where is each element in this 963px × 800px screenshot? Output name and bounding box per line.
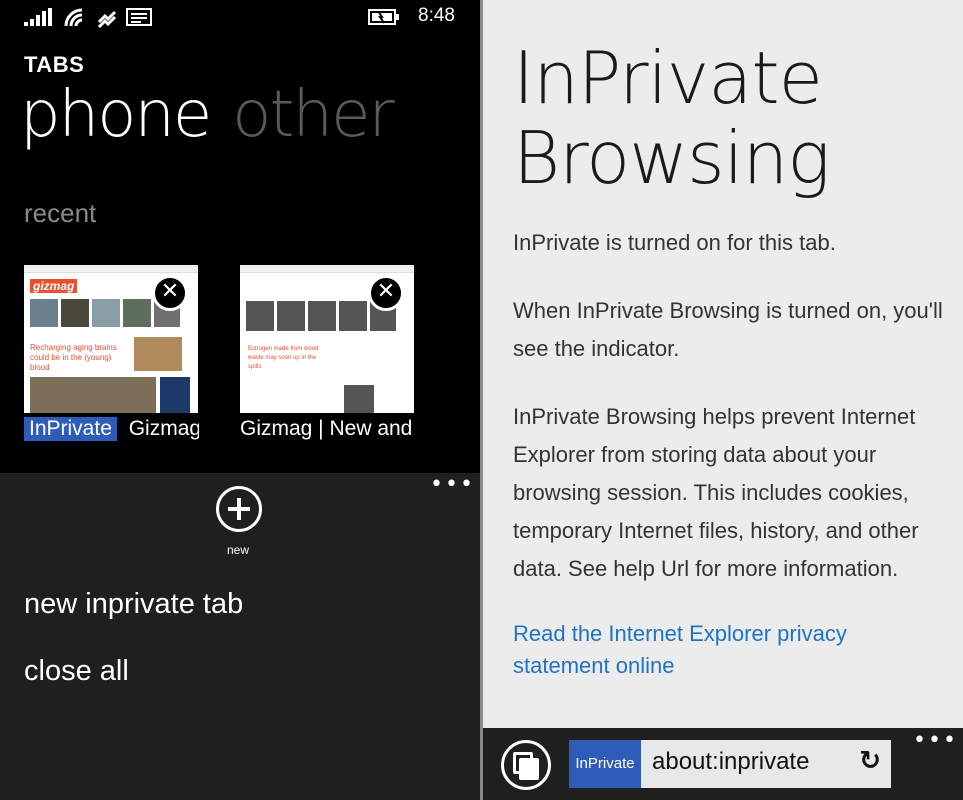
thumbnail-browser-bar <box>240 265 414 273</box>
thumbnail-headline: Recharging aging brains could be in the … <box>30 343 117 372</box>
clock-time: 8:48 <box>418 5 455 26</box>
pivot-other[interactable]: other <box>232 78 394 152</box>
inprivate-indicator: InPrivate <box>569 740 641 788</box>
privacy-statement-link[interactable]: Read the Internet Explorer privacy state… <box>513 618 943 682</box>
pivot-control: phone other <box>20 78 395 152</box>
tabs-button[interactable] <box>501 740 551 790</box>
data-sync-icon <box>97 10 117 28</box>
message-icon <box>126 8 152 26</box>
more-options-button[interactable]: ••• <box>913 730 958 752</box>
page-title: InPrivate Browsing <box>513 36 830 200</box>
thumbnail-logo: gizmag <box>30 279 78 293</box>
menu-new-inprivate-tab[interactable]: new inprivate tab <box>24 588 243 621</box>
close-tab-button[interactable]: ✕ <box>152 275 188 311</box>
address-bar: InPrivate about:inprivate ↻ ••• <box>483 728 963 800</box>
thumbnail-browser-bar <box>24 265 198 273</box>
wifi-icon <box>64 8 83 27</box>
close-tab-button[interactable]: ✕ <box>368 275 404 311</box>
thumbnail-photo <box>344 385 374 413</box>
page-header: TABS <box>24 52 85 77</box>
paragraph-3: InPrivate Browsing helps prevent Interne… <box>513 404 919 581</box>
url-text[interactable]: about:inprivate <box>652 748 809 776</box>
refresh-icon[interactable]: ↻ <box>859 746 881 776</box>
tabs-icon <box>519 758 539 780</box>
paragraph-1: InPrivate is turned on for this tab. <box>513 230 836 255</box>
paragraph-2: When InPrivate Browsing is turned on, yo… <box>513 298 943 361</box>
more-options-button[interactable]: ••• <box>430 474 475 496</box>
url-field[interactable]: InPrivate about:inprivate ↻ <box>569 740 891 788</box>
tab-title-1[interactable]: InPrivate Gizmag <box>24 417 199 441</box>
battery-charging-icon <box>368 9 399 25</box>
new-tab-button[interactable] <box>216 486 262 532</box>
new-tab-label: new <box>227 543 250 557</box>
thumbnail-headline: Estrogen made from wood waste may soon u… <box>248 346 319 370</box>
tab-thumbnail-inprivate-gizmag[interactable]: gizmag Recharging aging brains could be … <box>24 265 198 413</box>
thumbnail-photo <box>30 377 156 413</box>
tab-thumbnail-gizmag[interactable]: Estrogen made from wood waste may soon u… <box>240 265 414 413</box>
section-heading-recent: recent <box>24 198 97 228</box>
tab-title-text: Gizmag <box>128 417 199 440</box>
tabs-screen: 8:48 TABS phone other recent gizmag Recha… <box>0 0 480 800</box>
tab-title-2[interactable]: Gizmag | New and I <box>240 417 414 441</box>
menu-close-all[interactable]: close all <box>24 655 129 688</box>
signal-icon <box>24 8 52 26</box>
status-bar: 8:48 <box>0 0 480 34</box>
inprivate-badge: InPrivate <box>24 417 117 441</box>
thumbnail-ad <box>160 377 190 413</box>
thumbnail-product-image <box>134 337 182 371</box>
inprivate-screen: InPrivate Browsing InPrivate is turned o… <box>483 0 963 800</box>
pivot-phone[interactable]: phone <box>20 78 212 152</box>
